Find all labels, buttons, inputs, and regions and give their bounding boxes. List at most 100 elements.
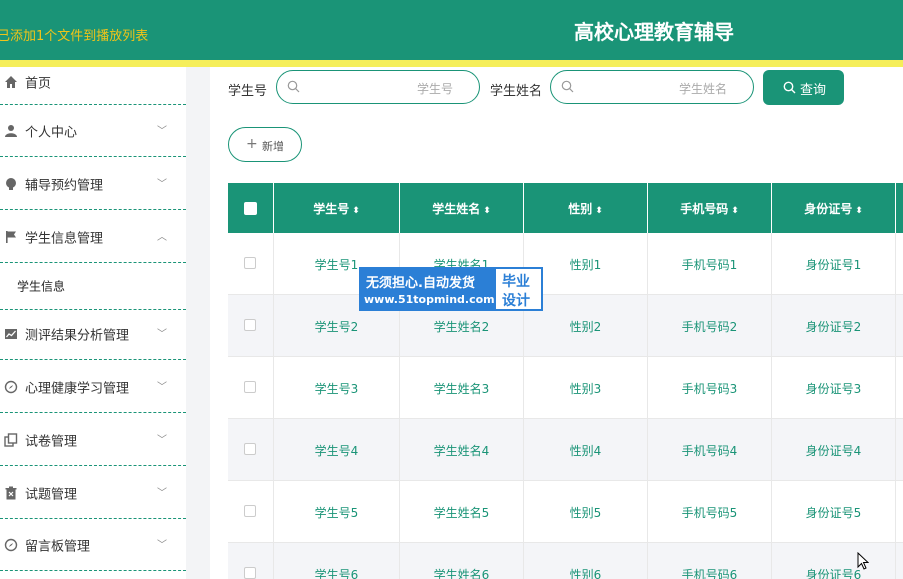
- table-row[interactable]: 学生号6 学生姓名6 性别6 手机号码6 身份证号6: [228, 543, 903, 579]
- table-cell: 身份证号6: [772, 543, 896, 579]
- chevron-down-icon: ﹀: [157, 539, 167, 551]
- row-select-cell: [228, 233, 274, 295]
- chevron-down-icon: ﹀: [157, 125, 167, 137]
- row-checkbox[interactable]: [244, 257, 256, 269]
- row-checkbox[interactable]: [244, 319, 256, 331]
- row-select-cell: [228, 419, 274, 481]
- watermark-banner: 无须担心.自动发货 www.51topmind.com 毕业 设计: [359, 267, 543, 311]
- column-header[interactable]: 学生号 ⬍: [274, 183, 400, 233]
- student-id-label: 学生号: [228, 84, 268, 99]
- table-cell: 身份证号1: [772, 233, 896, 295]
- table-cell: 手机号码2: [648, 295, 772, 357]
- table-cell: 学生姓名5: [400, 481, 524, 543]
- table-cell: 手机号码3: [648, 357, 772, 419]
- sidebar-item-home[interactable]: 首页: [0, 59, 186, 105]
- sidebar-item-label: 心理健康学习管理: [25, 381, 130, 396]
- row-checkbox[interactable]: [244, 505, 256, 517]
- watermark-url: www.51topmind.com: [364, 293, 495, 306]
- table-cell: 性别4: [524, 419, 648, 481]
- table-cell: 学生号6: [274, 543, 400, 579]
- sidebar-item-student-info[interactable]: 学生信息管理 ︿: [0, 211, 186, 263]
- watermark-tag: 毕业: [502, 274, 530, 290]
- sidebar-item-assessment[interactable]: 测评结果分析管理 ﹀: [0, 308, 186, 360]
- sort-icon[interactable]: ⬍: [595, 206, 603, 216]
- table-cell: 学生号5: [274, 481, 400, 543]
- search-icon: [561, 80, 574, 93]
- student-name-label: 学生姓名: [490, 84, 543, 99]
- table-row[interactable]: 学生号3 学生姓名3 性别3 手机号码3 身份证号3: [228, 357, 903, 419]
- student-name-input[interactable]: 学生姓名: [550, 70, 754, 104]
- sidebar-item-label: 试题管理: [25, 487, 78, 502]
- table-cell: 性别5: [524, 481, 648, 543]
- select-all-cell: [228, 183, 274, 233]
- chevron-up-icon: ︿: [157, 231, 167, 243]
- sidebar-item-label: 学生信息管理: [25, 231, 104, 246]
- student-id-placeholder: 学生号: [416, 82, 453, 96]
- column-header-label: 身份证号: [804, 202, 853, 216]
- table-cell: 性别6: [524, 543, 648, 579]
- sort-icon[interactable]: ⬍: [352, 206, 360, 216]
- table-cell: 手机号码4: [648, 419, 772, 481]
- sidebar-item-label: 个人中心: [25, 125, 78, 140]
- table-cell: 身份证号5: [772, 481, 896, 543]
- table-cell: 身份证号4: [772, 419, 896, 481]
- table-header: 学生号 ⬍ 学生姓名 ⬍ 性别 ⬍ 手机号码 ⬍ 身份证号 ⬍: [228, 183, 903, 233]
- app-title: 高校心理教育辅导: [574, 20, 734, 44]
- column-header[interactable]: 学生姓名 ⬍: [400, 183, 524, 233]
- column-header-label: 手机号码: [680, 202, 729, 216]
- sidebar-item-mental-health[interactable]: 心理健康学习管理 ﹀: [0, 361, 186, 413]
- row-checkbox[interactable]: [244, 381, 256, 393]
- column-header-overflow: [896, 183, 903, 233]
- home-icon: [4, 75, 18, 89]
- table-row[interactable]: 学生号2 学生姓名2 性别2 手机号码2 身份证号2: [228, 295, 903, 357]
- sidebar-item-label: 辅导预约管理: [25, 178, 104, 193]
- sidebar-item-personal-center[interactable]: 个人中心 ﹀: [0, 105, 186, 157]
- table-cell: 手机号码5: [648, 481, 772, 543]
- sidebar-item-exam-paper[interactable]: 试卷管理 ﹀: [0, 414, 186, 466]
- trash-icon: [4, 486, 18, 500]
- row-checkbox[interactable]: [244, 567, 256, 579]
- sidebar-item-questions[interactable]: 试题管理 ﹀: [0, 467, 186, 519]
- mouse-cursor-icon: [857, 552, 869, 570]
- row-checkbox[interactable]: [244, 443, 256, 455]
- flag-icon: [4, 230, 18, 244]
- table-cell: 学生姓名3: [400, 357, 524, 419]
- sort-icon[interactable]: ⬍: [483, 206, 491, 216]
- sidebar-item-label: 测评结果分析管理: [25, 328, 130, 343]
- row-select-cell: [228, 481, 274, 543]
- add-button[interactable]: + 新增: [228, 127, 302, 162]
- sort-icon[interactable]: ⬍: [855, 206, 863, 216]
- chevron-down-icon: ﹀: [157, 434, 167, 446]
- toast-message: 已添加1个文件到播放列表: [0, 29, 149, 44]
- sidebar-subitem-student-info[interactable]: 学生信息: [0, 263, 186, 310]
- sidebar-item-label: 留言板管理: [25, 539, 91, 554]
- sidebar-item-message-board[interactable]: 留言板管理 ﹀: [0, 519, 186, 571]
- chevron-down-icon: ﹀: [157, 328, 167, 340]
- column-header-label: 学生号: [313, 202, 350, 216]
- table-row[interactable]: 学生号1 学生姓名1 性别1 手机号码1 身份证号1: [228, 233, 903, 295]
- chart-icon: [4, 327, 18, 341]
- column-header[interactable]: 身份证号 ⬍: [772, 183, 896, 233]
- query-button-label: 查询: [800, 83, 827, 98]
- row-select-cell: [228, 295, 274, 357]
- compass-icon: [4, 538, 18, 552]
- add-button-label: 新增: [262, 140, 284, 153]
- row-select-cell: [228, 357, 274, 419]
- sidebar: 首页 个人中心 ﹀ 辅导预约管理 ﹀ 学生信息管理 ︿ 学生信息 测评结果分析管…: [0, 67, 186, 579]
- student-id-input[interactable]: 学生号: [276, 70, 480, 104]
- table-row[interactable]: 学生号5 学生姓名5 性别5 手机号码5 身份证号5: [228, 481, 903, 543]
- select-all-checkbox[interactable]: [244, 202, 257, 215]
- search-icon: [783, 81, 796, 94]
- table-row[interactable]: 学生号4 学生姓名4 性别4 手机号码4 身份证号4: [228, 419, 903, 481]
- sidebar-item-appointment[interactable]: 辅导预约管理 ﹀: [0, 158, 186, 210]
- column-header-label: 学生姓名: [432, 202, 481, 216]
- student-name-placeholder: 学生姓名: [678, 82, 727, 96]
- column-header[interactable]: 手机号码 ⬍: [648, 183, 772, 233]
- column-header[interactable]: 性别 ⬍: [524, 183, 648, 233]
- query-button[interactable]: 查询: [763, 70, 844, 105]
- search-icon: [287, 80, 300, 93]
- user-icon: [4, 124, 18, 138]
- student-table: 学生号 ⬍ 学生姓名 ⬍ 性别 ⬍ 手机号码 ⬍ 身份证号 ⬍ 学生号1 学生姓名1 性别…: [228, 183, 903, 579]
- sidebar-divider: [186, 67, 210, 579]
- sort-icon[interactable]: ⬍: [731, 206, 739, 216]
